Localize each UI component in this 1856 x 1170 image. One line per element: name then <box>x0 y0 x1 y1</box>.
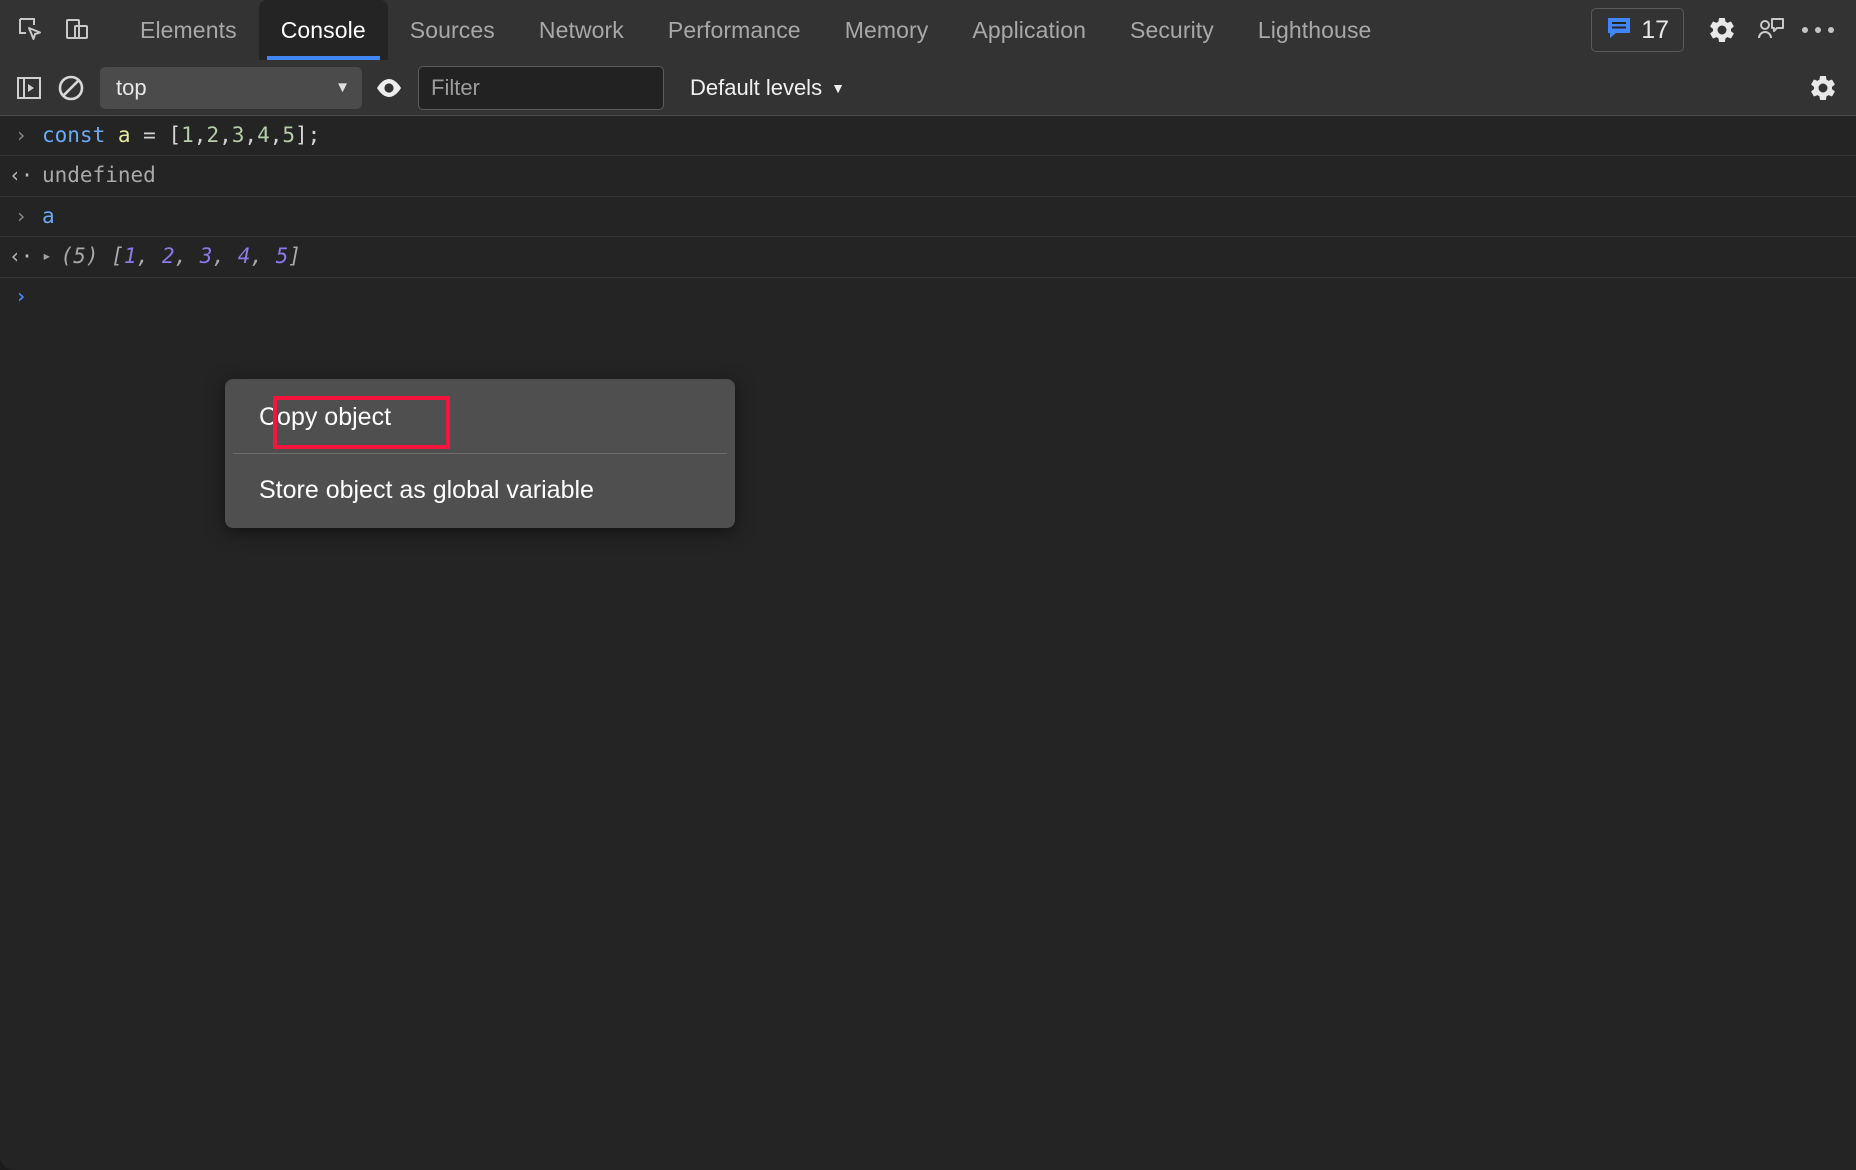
array-open-bracket <box>99 244 112 268</box>
code-token: [ <box>168 123 181 147</box>
execution-context-value: top <box>116 75 147 101</box>
code-token <box>105 123 118 147</box>
prompt-arrow-icon: › <box>0 282 42 311</box>
tab-console[interactable]: Console <box>259 0 388 60</box>
message-count-badge[interactable]: 17 <box>1591 8 1684 52</box>
code-token: , <box>219 123 232 147</box>
console-message-list[interactable]: › const a = [1,2,3,4,5]; ‹· undefined › … <box>0 116 1856 1170</box>
chevron-down-icon: ▼ <box>335 80 350 95</box>
console-settings-gear-icon[interactable] <box>1800 65 1846 111</box>
more-dot <box>1815 27 1821 33</box>
array-open-bracket: [ <box>111 244 124 268</box>
console-output-row[interactable]: ‹· undefined <box>0 156 1856 196</box>
log-levels-select[interactable]: Default levels ▼ <box>684 67 851 109</box>
array-item: 5 <box>276 244 289 268</box>
input-arrow-icon: › <box>0 202 42 231</box>
expand-triangle-icon[interactable]: ▸ <box>42 244 52 267</box>
code-token: 3 <box>232 123 245 147</box>
menu-item-copy-object[interactable]: Copy object <box>225 387 735 447</box>
array-item: 4 <box>238 244 251 268</box>
tab-elements[interactable]: Elements <box>118 0 259 60</box>
console-input-row[interactable]: › a <box>0 197 1856 237</box>
console-array-preview[interactable]: ▸ (5) [1, 2, 3, 4, 5] <box>42 241 301 271</box>
tab-performance[interactable]: Performance <box>646 0 823 60</box>
console-toolbar: top ▼ Filter Default levels ▼ <box>0 60 1856 116</box>
tab-memory[interactable]: Memory <box>823 0 951 60</box>
console-input-code: const a = [1,2,3,4,5]; <box>42 120 320 150</box>
console-input-code: a <box>42 201 55 231</box>
output-arrow-icon: ‹· <box>0 161 42 190</box>
tab-network[interactable]: Network <box>517 0 646 60</box>
code-token: , <box>194 123 207 147</box>
filter-placeholder: Filter <box>431 75 480 101</box>
input-arrow-icon: › <box>0 121 42 150</box>
panel-tabs: Elements Console Sources Network Perform… <box>118 0 1393 60</box>
filter-input[interactable]: Filter <box>418 66 664 110</box>
array-comma: , <box>212 244 237 268</box>
more-dot <box>1828 27 1834 33</box>
array-comma: , <box>137 244 162 268</box>
more-dot <box>1802 27 1808 33</box>
code-token: 5 <box>282 123 295 147</box>
code-token: 4 <box>257 123 270 147</box>
array-item: 2 <box>162 244 175 268</box>
feedback-person-icon[interactable] <box>1746 6 1794 54</box>
execution-context-select[interactable]: top ▼ <box>100 67 362 109</box>
code-token: 1 <box>181 123 194 147</box>
live-expression-eye-icon[interactable] <box>368 67 410 109</box>
menu-separator <box>233 453 727 454</box>
console-prompt-row[interactable]: › <box>0 278 1856 317</box>
array-length-label: (5) <box>61 244 99 268</box>
menu-item-store-object-as-global-variable[interactable]: Store object as global variable <box>225 460 735 520</box>
console-output-value: undefined <box>42 160 156 190</box>
code-token: const <box>42 123 105 147</box>
output-arrow-icon: ‹· <box>0 242 42 271</box>
tab-security[interactable]: Security <box>1108 0 1236 60</box>
code-token: a <box>118 123 131 147</box>
code-token: , <box>270 123 283 147</box>
device-toolbar-icon[interactable] <box>54 7 100 53</box>
code-token: = <box>131 123 169 147</box>
tab-sources[interactable]: Sources <box>388 0 517 60</box>
message-bubble-icon <box>1606 16 1632 45</box>
inspect-element-icon[interactable] <box>8 7 54 53</box>
array-comma: , <box>250 244 275 268</box>
chevron-down-icon: ▼ <box>831 80 845 96</box>
console-object-output-row[interactable]: ‹· ▸ (5) [1, 2, 3, 4, 5] <box>0 237 1856 277</box>
more-options-icon[interactable] <box>1794 6 1842 54</box>
array-item: 3 <box>200 244 213 268</box>
clear-console-icon[interactable] <box>50 67 92 109</box>
tab-application[interactable]: Application <box>950 0 1108 60</box>
devtools-tab-bar: Elements Console Sources Network Perform… <box>0 0 1856 60</box>
log-levels-label: Default levels <box>690 75 822 101</box>
show-console-sidebar-icon[interactable] <box>8 67 50 109</box>
gear-icon[interactable] <box>1698 6 1746 54</box>
code-token: 2 <box>206 123 219 147</box>
message-count-value: 17 <box>1641 16 1669 45</box>
array-item: 1 <box>124 244 137 268</box>
code-token: ]; <box>295 123 320 147</box>
tab-lighthouse[interactable]: Lighthouse <box>1236 0 1394 60</box>
console-input-row[interactable]: › const a = [1,2,3,4,5]; <box>0 116 1856 156</box>
code-token: , <box>244 123 257 147</box>
tab-bar-actions: 17 <box>1591 0 1856 60</box>
array-comma: , <box>175 244 200 268</box>
array-close-bracket: ] <box>288 244 301 268</box>
context-menu[interactable]: Copy object Store object as global varia… <box>225 379 735 528</box>
devtools-window: Elements Console Sources Network Perform… <box>0 0 1856 1170</box>
